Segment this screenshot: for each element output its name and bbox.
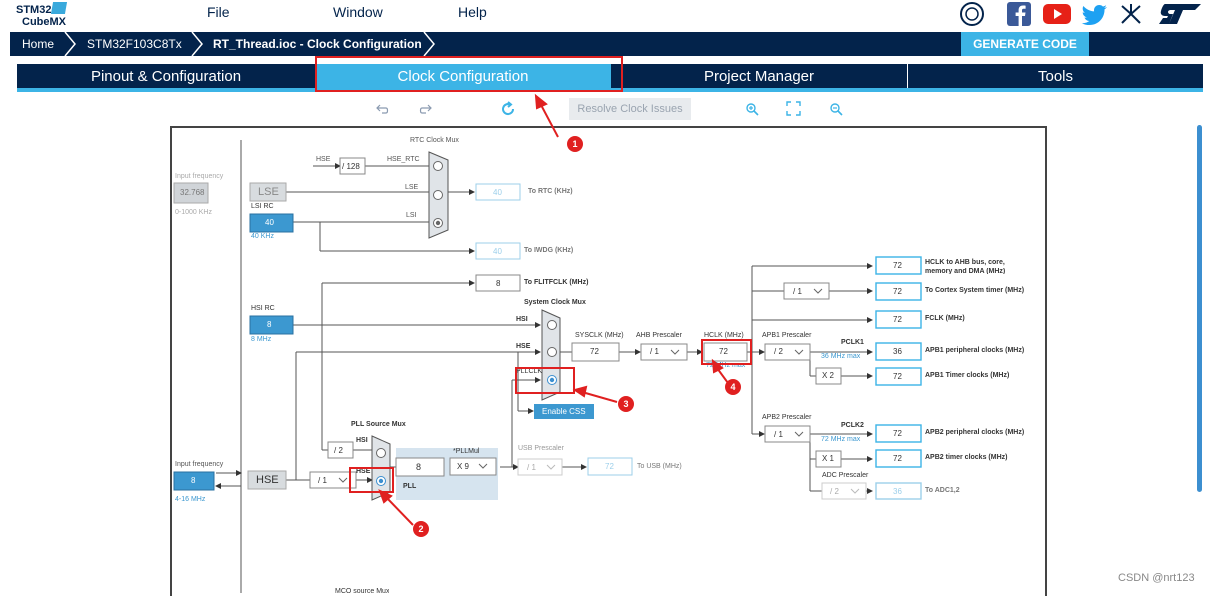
annotation-arrows xyxy=(378,93,729,526)
annotation-badge-4: 4 xyxy=(725,379,741,395)
watermark: CSDN @nrt123 xyxy=(1118,572,1195,584)
annotation-badge-3: 3 xyxy=(618,396,634,412)
annotation-badge-2: 2 xyxy=(413,521,429,537)
vertical-scrollbar[interactable] xyxy=(1197,125,1202,492)
annotation-badge-1: 1 xyxy=(567,136,583,152)
